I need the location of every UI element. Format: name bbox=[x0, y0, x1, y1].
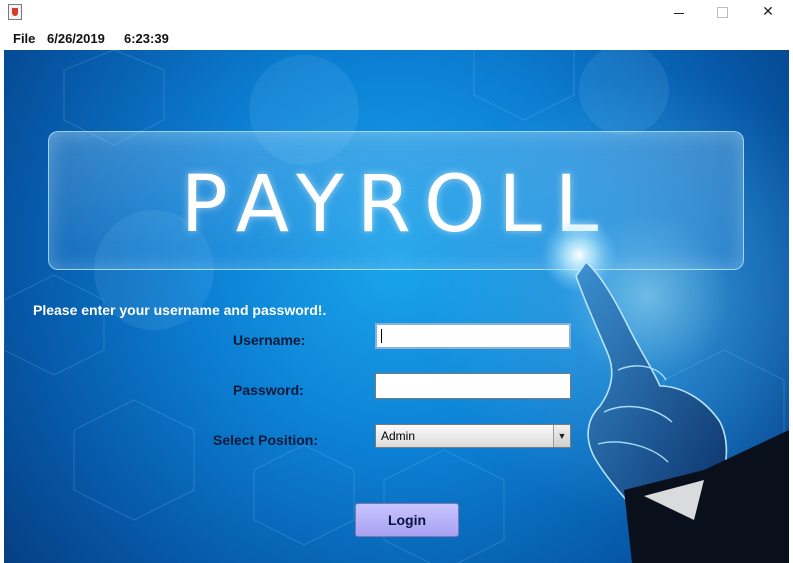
maximize-icon bbox=[717, 7, 728, 18]
maximize-button[interactable] bbox=[699, 0, 745, 26]
password-field[interactable] bbox=[375, 373, 571, 399]
position-select[interactable]: Admin ▼ bbox=[375, 424, 571, 448]
menu-bar: File 6/26/2019 6:23:39 bbox=[0, 26, 793, 50]
close-icon: ✕ bbox=[762, 4, 774, 20]
username-label: Username: bbox=[233, 332, 306, 348]
login-prompt: Please enter your username and password!… bbox=[33, 302, 327, 318]
menu-date-display: 6/26/2019 bbox=[47, 31, 105, 46]
menu-file[interactable]: File bbox=[13, 31, 35, 46]
position-selected-value: Admin bbox=[381, 429, 416, 443]
chevron-down-icon[interactable]: ▼ bbox=[553, 425, 570, 447]
minimize-icon bbox=[674, 13, 684, 14]
text-caret bbox=[381, 329, 382, 343]
java-app-icon bbox=[8, 4, 22, 20]
minimize-button[interactable] bbox=[657, 0, 703, 26]
login-panel: PAYROLL Please enter your username and p… bbox=[4, 50, 789, 563]
login-button[interactable]: Login bbox=[355, 503, 459, 537]
password-label: Password: bbox=[233, 382, 304, 398]
username-field[interactable] bbox=[375, 323, 571, 349]
position-label: Select Position: bbox=[213, 432, 319, 448]
window-titlebar: ✕ bbox=[0, 0, 793, 26]
menu-time-display: 6:23:39 bbox=[124, 31, 169, 46]
close-button[interactable]: ✕ bbox=[745, 0, 791, 26]
